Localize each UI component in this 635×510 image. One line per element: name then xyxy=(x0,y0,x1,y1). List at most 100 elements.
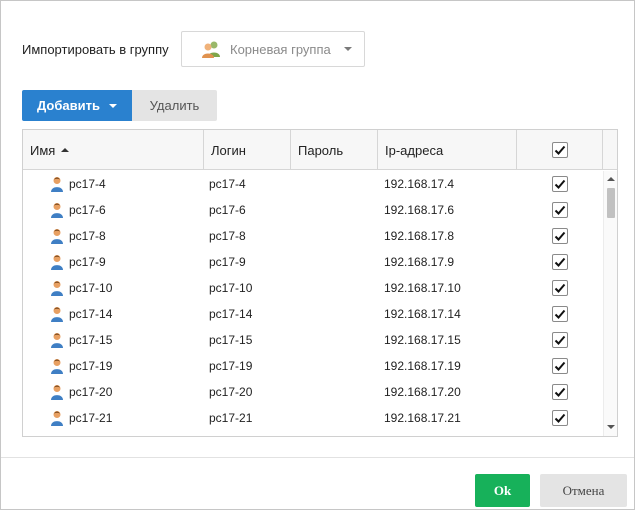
cell-password xyxy=(291,301,378,327)
cell-name-text: pc17-8 xyxy=(69,229,106,243)
table-row[interactable]: pc17-21 pc17-21 192.168.17.21 xyxy=(23,405,603,431)
user-icon xyxy=(51,255,63,270)
table-row[interactable]: pc17-8 pc17-8 192.168.17.8 xyxy=(23,223,603,249)
cell-login: pc17-9 xyxy=(209,255,246,269)
check-icon xyxy=(554,231,566,241)
check-icon xyxy=(554,205,566,215)
cell-ip: 192.168.17.9 xyxy=(384,255,455,269)
cell-select xyxy=(517,327,603,353)
cell-name: pc17-19 xyxy=(23,353,204,379)
add-button[interactable]: Добавить xyxy=(22,90,132,121)
cell-select xyxy=(517,275,603,301)
table-row[interactable]: pc17-19 pc17-19 192.168.17.19 xyxy=(23,353,603,379)
cell-login: pc17-10 xyxy=(209,281,253,295)
cell-ip: 192.168.17.21 xyxy=(384,411,461,425)
row-checkbox[interactable] xyxy=(552,410,568,426)
users-group-icon xyxy=(202,41,220,58)
check-icon xyxy=(554,413,566,423)
check-icon xyxy=(554,257,566,267)
check-icon xyxy=(554,309,566,319)
cell-name: pc17-15 xyxy=(23,327,204,353)
cell-login: pc17-6 xyxy=(209,203,246,217)
user-icon xyxy=(51,177,63,192)
cell-name-text: pc17-9 xyxy=(69,255,106,269)
cell-name-text: pc17-6 xyxy=(69,203,106,217)
row-checkbox[interactable] xyxy=(552,280,568,296)
user-icon xyxy=(51,359,63,374)
ok-button[interactable]: Ok xyxy=(475,474,530,507)
cell-select xyxy=(517,405,603,431)
user-icon xyxy=(51,411,63,426)
cell-name: pc17-21 xyxy=(23,405,204,431)
scroll-thumb[interactable] xyxy=(607,188,615,218)
cell-login: pc17-15 xyxy=(209,333,253,347)
row-checkbox[interactable] xyxy=(552,358,568,374)
table-row[interactable]: pc17-10 pc17-10 192.168.17.10 xyxy=(23,275,603,301)
import-dialog: Импортировать в группу Корневая группа Д… xyxy=(0,0,635,510)
select-all-checkbox[interactable] xyxy=(551,142,568,158)
sort-asc-icon xyxy=(61,148,70,152)
scroll-down-icon[interactable] xyxy=(607,425,615,429)
column-header-login[interactable]: Логин xyxy=(204,130,291,170)
user-icon xyxy=(51,385,63,400)
cell-select xyxy=(517,301,603,327)
column-header-name-label: Имя xyxy=(30,142,56,158)
cell-password xyxy=(291,171,378,197)
grid-scrollbar[interactable] xyxy=(603,171,617,436)
table-row[interactable]: pc17-4 pc17-4 192.168.17.4 xyxy=(23,171,603,197)
cell-select xyxy=(517,197,603,223)
table-row[interactable]: pc17-15 pc17-15 192.168.17.15 xyxy=(23,327,603,353)
user-icon xyxy=(51,281,63,296)
cell-select xyxy=(517,353,603,379)
check-icon xyxy=(554,335,566,345)
row-checkbox[interactable] xyxy=(552,202,568,218)
row-checkbox[interactable] xyxy=(552,306,568,322)
row-checkbox[interactable] xyxy=(552,384,568,400)
cancel-button[interactable]: Отмена xyxy=(540,474,627,507)
delete-button[interactable]: Удалить xyxy=(132,90,217,121)
table-row[interactable]: pc17-6 pc17-6 192.168.17.6 xyxy=(23,197,603,223)
row-checkbox[interactable] xyxy=(552,254,568,270)
cell-select xyxy=(517,223,603,249)
import-group-row: Импортировать в группу Корневая группа xyxy=(22,31,365,67)
cell-password xyxy=(291,405,378,431)
cell-password xyxy=(291,379,378,405)
cell-ip: 192.168.17.8 xyxy=(384,229,455,243)
check-icon xyxy=(554,145,565,155)
cell-password xyxy=(291,275,378,301)
cell-select xyxy=(517,171,603,197)
cell-login: pc17-21 xyxy=(209,411,253,425)
row-checkbox[interactable] xyxy=(552,228,568,244)
cell-login: pc17-20 xyxy=(209,385,253,399)
group-select[interactable]: Корневая группа xyxy=(181,31,365,67)
cell-ip: 192.168.17.15 xyxy=(384,333,461,347)
cell-ip: 192.168.17.4 xyxy=(384,177,455,191)
cell-name: pc17-10 xyxy=(23,275,204,301)
cell-name-text: pc17-10 xyxy=(69,281,113,295)
user-icon xyxy=(51,333,63,348)
scroll-up-icon[interactable] xyxy=(607,177,615,181)
user-icon xyxy=(51,203,63,218)
check-icon xyxy=(554,179,566,189)
column-header-name[interactable]: Имя xyxy=(23,130,204,170)
computers-grid: Имя Логин Пароль Ip-адреса pc17-4 pc17-4 1… xyxy=(22,129,618,437)
cell-name-text: pc17-20 xyxy=(69,385,113,399)
column-header-spacer xyxy=(603,130,617,170)
column-header-password[interactable]: Пароль xyxy=(291,130,378,170)
cell-name-text: pc17-14 xyxy=(69,307,113,321)
cell-name: pc17-14 xyxy=(23,301,204,327)
cell-name: pc17-4 xyxy=(23,171,204,197)
check-icon xyxy=(554,283,566,293)
grid-body: pc17-4 pc17-4 192.168.17.4 pc17-6 pc17-6 192.… xyxy=(23,171,603,436)
cell-login: pc17-4 xyxy=(209,177,246,191)
cell-name-text: pc17-4 xyxy=(69,177,106,191)
table-row[interactable]: pc17-14 pc17-14 192.168.17.14 xyxy=(23,301,603,327)
row-checkbox[interactable] xyxy=(552,332,568,348)
table-row[interactable]: pc17-20 pc17-20 192.168.17.20 xyxy=(23,379,603,405)
cell-password xyxy=(291,197,378,223)
user-icon xyxy=(51,229,63,244)
cell-password xyxy=(291,327,378,353)
table-row[interactable]: pc17-9 pc17-9 192.168.17.9 xyxy=(23,249,603,275)
column-header-ip[interactable]: Ip-адреса xyxy=(378,130,517,170)
row-checkbox[interactable] xyxy=(552,176,568,192)
